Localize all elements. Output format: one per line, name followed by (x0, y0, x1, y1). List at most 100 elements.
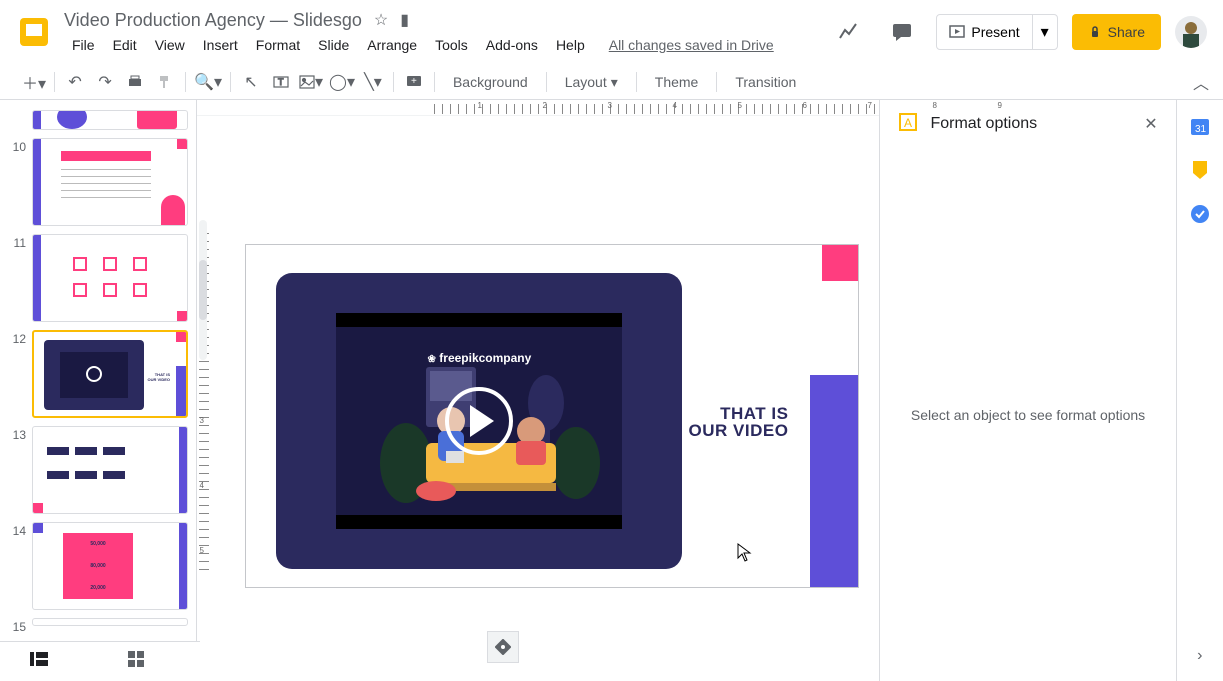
grid-view-icon[interactable] (128, 651, 144, 672)
menubar: File Edit View Insert Format Slide Arran… (64, 32, 828, 58)
filmstrip-footer (0, 641, 200, 681)
slide-canvas[interactable]: ❀ freepikcompany THAT IS OUR VIDEO (245, 244, 859, 588)
paint-format-button[interactable] (151, 68, 179, 96)
comment-icon[interactable] (882, 12, 922, 52)
right-sidebar: 31 › (1176, 100, 1223, 681)
video-element[interactable]: ❀ freepikcompany (276, 273, 682, 569)
separator (716, 72, 717, 92)
thumb-number: 15 (8, 618, 26, 634)
comment-tool[interactable]: + (400, 68, 428, 96)
theme-button[interactable]: Theme (643, 68, 711, 96)
menu-file[interactable]: File (64, 35, 103, 55)
slide-title-text[interactable]: THAT IS OUR VIDEO (689, 405, 789, 439)
separator (230, 72, 231, 92)
present-button[interactable]: Present (937, 15, 1032, 49)
slide-thumb-15[interactable] (32, 618, 188, 626)
explore-button[interactable] (487, 631, 519, 663)
saved-indicator[interactable]: All changes saved in Drive (609, 37, 774, 53)
print-button[interactable] (121, 68, 149, 96)
menu-insert[interactable]: Insert (195, 35, 246, 55)
slide-thumb-10[interactable] (32, 138, 188, 226)
present-dropdown[interactable]: ▾ (1033, 15, 1057, 49)
menu-view[interactable]: View (147, 35, 193, 55)
select-tool[interactable]: ↖ (237, 68, 265, 96)
format-options-panel: A Format options ✕ Select an object to s… (879, 100, 1175, 681)
slide-thumb-14[interactable]: 50,00080,00020,000 (32, 522, 188, 610)
slide-thumb-9[interactable] (32, 110, 188, 130)
separator (546, 72, 547, 92)
star-icon[interactable]: ☆ (374, 10, 388, 30)
canvas-inner[interactable]: ❀ freepikcompany THAT IS OUR VIDEO (197, 116, 879, 681)
menu-edit[interactable]: Edit (105, 35, 145, 55)
thumb-wrap: 10 (0, 134, 196, 230)
separator (185, 72, 186, 92)
canvas-area: 1 2 3 4 5 6 7 8 9 1 2 3 4 5 (197, 100, 879, 681)
app-logo[interactable] (16, 12, 56, 52)
menu-arrange[interactable]: Arrange (359, 35, 425, 55)
svg-text:A: A (904, 116, 912, 130)
pink-square-shape[interactable] (822, 245, 858, 281)
slide-thumb-13[interactable] (32, 426, 188, 514)
thumb-number (8, 110, 26, 130)
menu-addons[interactable]: Add-ons (478, 35, 546, 55)
purple-column-shape[interactable] (810, 375, 858, 587)
menu-format[interactable]: Format (248, 35, 308, 55)
thumb-number: 12 (8, 330, 26, 418)
thumb-wrap: 13 (0, 422, 196, 518)
line-tool[interactable]: ╲▾ (359, 68, 387, 96)
format-panel-body: Select an object to see format options (880, 148, 1175, 681)
close-icon[interactable]: ✕ (1144, 114, 1157, 134)
zoom-button[interactable]: 🔍▾ (192, 68, 224, 96)
separator (393, 72, 394, 92)
calendar-icon[interactable]: 31 (1190, 116, 1210, 136)
title-area: Video Production Agency — Slidesgo ☆ ▮ F… (64, 6, 828, 58)
header: Video Production Agency — Slidesgo ☆ ▮ F… (0, 0, 1223, 64)
menu-slide[interactable]: Slide (310, 35, 357, 55)
keep-icon[interactable] (1190, 160, 1210, 180)
folder-icon[interactable]: ▮ (400, 10, 409, 30)
collapse-rail-icon[interactable]: › (1197, 647, 1202, 665)
thumb-wrap: 15 (0, 614, 196, 638)
redo-button[interactable]: ↷ (91, 68, 119, 96)
format-panel-title: Format options (930, 115, 1132, 133)
separator (54, 72, 55, 92)
filmstrip[interactable]: 10 11 12 (0, 100, 197, 681)
main-area: 10 11 12 (0, 100, 1223, 681)
menu-help[interactable]: Help (548, 35, 593, 55)
format-placeholder-text: Select an object to see format options (911, 407, 1145, 423)
video-brand: freepikcompany (439, 351, 531, 365)
thumb-number: 13 (8, 426, 26, 514)
layout-button[interactable]: Layout▾ (553, 68, 630, 96)
thumb-number: 11 (8, 234, 26, 322)
new-slide-button[interactable]: ＋▾ (20, 68, 48, 96)
header-right: Present ▾ Share (828, 12, 1207, 52)
separator (636, 72, 637, 92)
play-icon[interactable] (445, 387, 513, 455)
tasks-icon[interactable] (1190, 204, 1210, 224)
toolbar: ＋▾ ↶ ↷ 🔍▾ ↖ T ▾ ◯▾ ╲▾ + Background Layou… (0, 64, 1223, 100)
doc-title[interactable]: Video Production Agency — Slidesgo (64, 10, 362, 31)
image-tool[interactable]: ▾ (297, 68, 325, 96)
thumb-number: 14 (8, 522, 26, 610)
textbox-tool[interactable]: T (267, 68, 295, 96)
present-label: Present (971, 24, 1019, 40)
slide-thumb-12[interactable]: THAT ISOUR VIDEO (32, 330, 188, 418)
present-button-group: Present ▾ (936, 14, 1057, 50)
video-frame: ❀ freepikcompany (336, 313, 622, 529)
transition-button[interactable]: Transition (723, 68, 808, 96)
share-button[interactable]: Share (1072, 14, 1161, 50)
undo-button[interactable]: ↶ (61, 68, 89, 96)
share-label: Share (1108, 24, 1145, 40)
collapse-toolbar-icon[interactable]: ︿ (1187, 68, 1215, 96)
filmstrip-view-icon[interactable] (30, 652, 48, 671)
thumb-wrap: 14 50,00080,00020,000 (0, 518, 196, 614)
activity-icon[interactable] (828, 12, 868, 52)
background-button[interactable]: Background (441, 68, 540, 96)
slide-thumb-11[interactable] (32, 234, 188, 322)
svg-text:+: + (411, 76, 417, 87)
svg-text:T: T (278, 77, 284, 87)
menu-tools[interactable]: Tools (427, 35, 476, 55)
thumb-wrap: 12 THAT ISOUR VIDEO (0, 326, 196, 422)
shape-tool[interactable]: ◯▾ (327, 68, 357, 96)
user-avatar[interactable] (1175, 16, 1207, 48)
